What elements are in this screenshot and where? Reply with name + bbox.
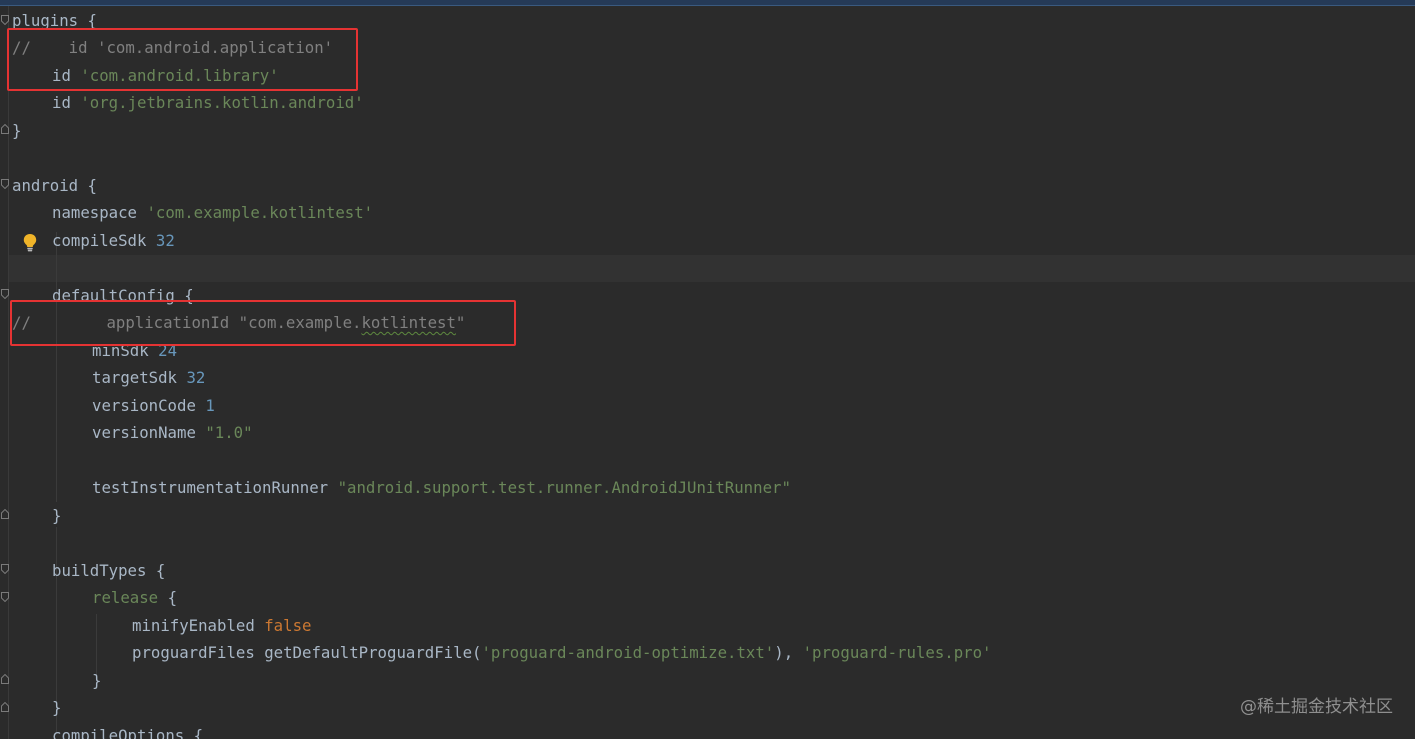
code-token: plugins { bbox=[12, 10, 98, 30]
highlight-box-plugins bbox=[7, 28, 358, 91]
fold-marker-icon[interactable] bbox=[1, 289, 9, 299]
fold-marker-icon[interactable] bbox=[1, 674, 9, 684]
code-line[interactable]: proguardFiles getDefaultProguardFile('pr… bbox=[132, 639, 992, 666]
code-line[interactable]: } bbox=[52, 694, 61, 721]
code-token: 'org.jetbrains.kotlin.android' bbox=[80, 93, 364, 112]
code-token: release bbox=[92, 588, 159, 607]
code-token: 1 bbox=[205, 395, 215, 415]
code-line[interactable]: buildTypes { bbox=[52, 557, 165, 584]
code-token: } bbox=[52, 505, 62, 525]
code-line[interactable]: targetSdk 32 bbox=[92, 364, 205, 391]
code-token: id bbox=[52, 93, 81, 112]
code-token: buildTypes { bbox=[52, 560, 166, 580]
code-line[interactable]: release { bbox=[92, 584, 177, 611]
code-line[interactable]: testInstrumentationRunner "android.suppo… bbox=[92, 474, 791, 501]
code-token: } bbox=[92, 670, 102, 690]
code-token: ), bbox=[774, 643, 803, 662]
current-line-highlight bbox=[9, 255, 1415, 282]
code-line[interactable]: } bbox=[92, 667, 101, 694]
code-token: compileSdk bbox=[52, 230, 156, 250]
code-line[interactable]: compileOptions { bbox=[52, 722, 203, 739]
code-editor[interactable]: plugins {// id 'com.android.application'… bbox=[0, 6, 1415, 739]
code-line[interactable]: minifyEnabled false bbox=[132, 612, 311, 639]
code-token: 32 bbox=[155, 230, 175, 250]
code-token: minifyEnabled bbox=[132, 615, 265, 635]
fold-marker-icon[interactable] bbox=[1, 564, 9, 574]
code-line[interactable]: compileSdk 32 bbox=[52, 227, 175, 254]
fold-marker-icon[interactable] bbox=[1, 509, 9, 519]
code-line[interactable]: versionName "1.0" bbox=[92, 419, 253, 446]
code-token: targetSdk bbox=[92, 368, 187, 387]
code-line[interactable]: android { bbox=[12, 172, 97, 199]
code-line[interactable]: } bbox=[12, 117, 21, 144]
code-token: } bbox=[12, 120, 22, 140]
fold-marker-icon[interactable] bbox=[1, 15, 9, 25]
code-line[interactable]: } bbox=[52, 502, 61, 529]
code-token: { bbox=[158, 588, 178, 607]
code-token: namespace bbox=[52, 203, 147, 222]
code-token: } bbox=[52, 698, 62, 717]
lightbulb-icon[interactable] bbox=[22, 233, 38, 252]
code-token: versionName bbox=[92, 423, 206, 442]
code-token: testInstrumentationRunner bbox=[92, 478, 338, 497]
code-token: android { bbox=[12, 175, 98, 195]
code-token: "1.0" bbox=[205, 423, 253, 442]
code-token: 'com.example.kotlintest' bbox=[146, 203, 374, 222]
code-line[interactable]: id 'org.jetbrains.kotlin.android' bbox=[52, 89, 364, 116]
indent-guide bbox=[56, 232, 57, 502]
code-token: 'proguard-rules.pro' bbox=[802, 643, 992, 662]
watermark: @稀土掘金技术社区 bbox=[1240, 697, 1393, 717]
code-line[interactable]: versionCode 1 bbox=[92, 392, 215, 419]
fold-marker-icon[interactable] bbox=[1, 179, 9, 189]
code-token: versionCode bbox=[92, 395, 206, 415]
code-token: 'proguard-android-optimize.txt' bbox=[481, 643, 775, 662]
fold-marker-icon[interactable] bbox=[1, 702, 9, 712]
fold-marker-icon[interactable] bbox=[1, 592, 9, 602]
code-token: false bbox=[264, 615, 312, 635]
highlight-box-applicationid bbox=[10, 300, 516, 346]
fold-marker-icon[interactable] bbox=[1, 124, 9, 134]
code-token: 32 bbox=[186, 368, 206, 387]
code-token: compileOptions { bbox=[52, 725, 204, 739]
code-token: "android.support.test.runner.AndroidJUni… bbox=[337, 478, 791, 497]
code-line[interactable]: namespace 'com.example.kotlintest' bbox=[52, 199, 373, 226]
code-token: proguardFiles getDefaultProguardFile( bbox=[132, 643, 482, 662]
gutter-divider bbox=[8, 6, 9, 739]
